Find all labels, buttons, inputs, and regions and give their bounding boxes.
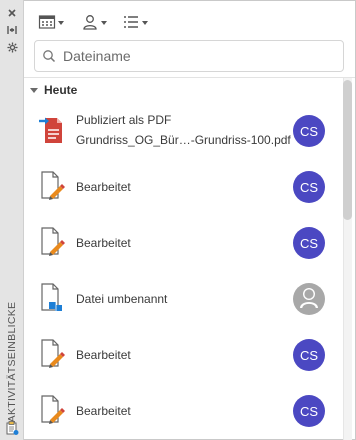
list-item[interactable]: Bearbeitet CS <box>24 218 340 268</box>
avatar[interactable]: CS <box>293 115 325 147</box>
avatar[interactable] <box>293 283 325 315</box>
list-item[interactable]: Bearbeitet CS <box>24 330 340 380</box>
file-rename-icon <box>38 280 66 314</box>
activity-insights-panel: Heute Publiziert als PDF Grundriss_OG_Bü… <box>24 0 356 440</box>
toolbar <box>24 1 355 41</box>
chevron-down-icon <box>101 21 107 25</box>
activity-label: Bearbeitet <box>76 348 131 362</box>
user-placeholder-icon <box>293 282 325 317</box>
list-item[interactable]: Publiziert als PDF Grundriss_OG_Bür…-Gru… <box>24 106 340 156</box>
list-item[interactable]: Bearbeitet CS <box>24 162 340 212</box>
file-name: Grundriss_OG_Bür…-Grundriss-100.pdf <box>76 133 291 147</box>
list-view-button[interactable] <box>122 13 148 33</box>
avatar[interactable]: CS <box>293 171 325 203</box>
scrollbar-thumb[interactable] <box>343 80 352 220</box>
vertical-scrollbar[interactable] <box>340 78 355 440</box>
chevron-down-icon <box>58 21 64 25</box>
group-header-today[interactable]: Heute <box>30 83 77 97</box>
activity-label: Bearbeitet <box>76 236 131 250</box>
collapse-triangle-icon <box>30 87 38 93</box>
avatar[interactable]: CS <box>293 227 325 259</box>
date-filter-button[interactable] <box>38 13 64 33</box>
file-edit-icon <box>38 168 66 202</box>
search-box[interactable] <box>34 40 344 72</box>
pdf-publish-icon <box>38 112 66 146</box>
activity-label: Bearbeitet <box>76 404 131 418</box>
user-filter-icon <box>81 13 99 34</box>
group-label: Heute <box>44 83 78 97</box>
user-filter-button[interactable] <box>81 13 107 33</box>
search-icon <box>35 49 63 63</box>
activity-log-icon[interactable] <box>4 420 20 436</box>
list-item[interactable]: Datei umbenannt <box>24 274 340 324</box>
activity-label: Bearbeitet <box>76 180 131 194</box>
avatar[interactable]: CS <box>293 395 325 427</box>
list-item[interactable]: Bearbeitet CS <box>24 386 340 436</box>
palette-side-strip: AKTIVITÄTSEINBLICKE <box>0 0 24 440</box>
file-edit-icon <box>38 392 66 426</box>
activity-list: Heute Publiziert als PDF Grundriss_OG_Bü… <box>24 78 340 440</box>
search-input[interactable] <box>63 48 323 64</box>
activity-label: Publiziert als PDF <box>76 113 172 127</box>
chevron-down-icon <box>142 21 148 25</box>
palette-title: AKTIVITÄTSEINBLICKE <box>6 301 18 423</box>
file-edit-icon <box>38 336 66 370</box>
list-view-icon <box>122 14 140 33</box>
file-edit-icon <box>38 224 66 258</box>
avatar[interactable]: CS <box>293 339 325 371</box>
calendar-filter-icon <box>38 14 56 33</box>
activity-label: Datei umbenannt <box>76 292 168 306</box>
